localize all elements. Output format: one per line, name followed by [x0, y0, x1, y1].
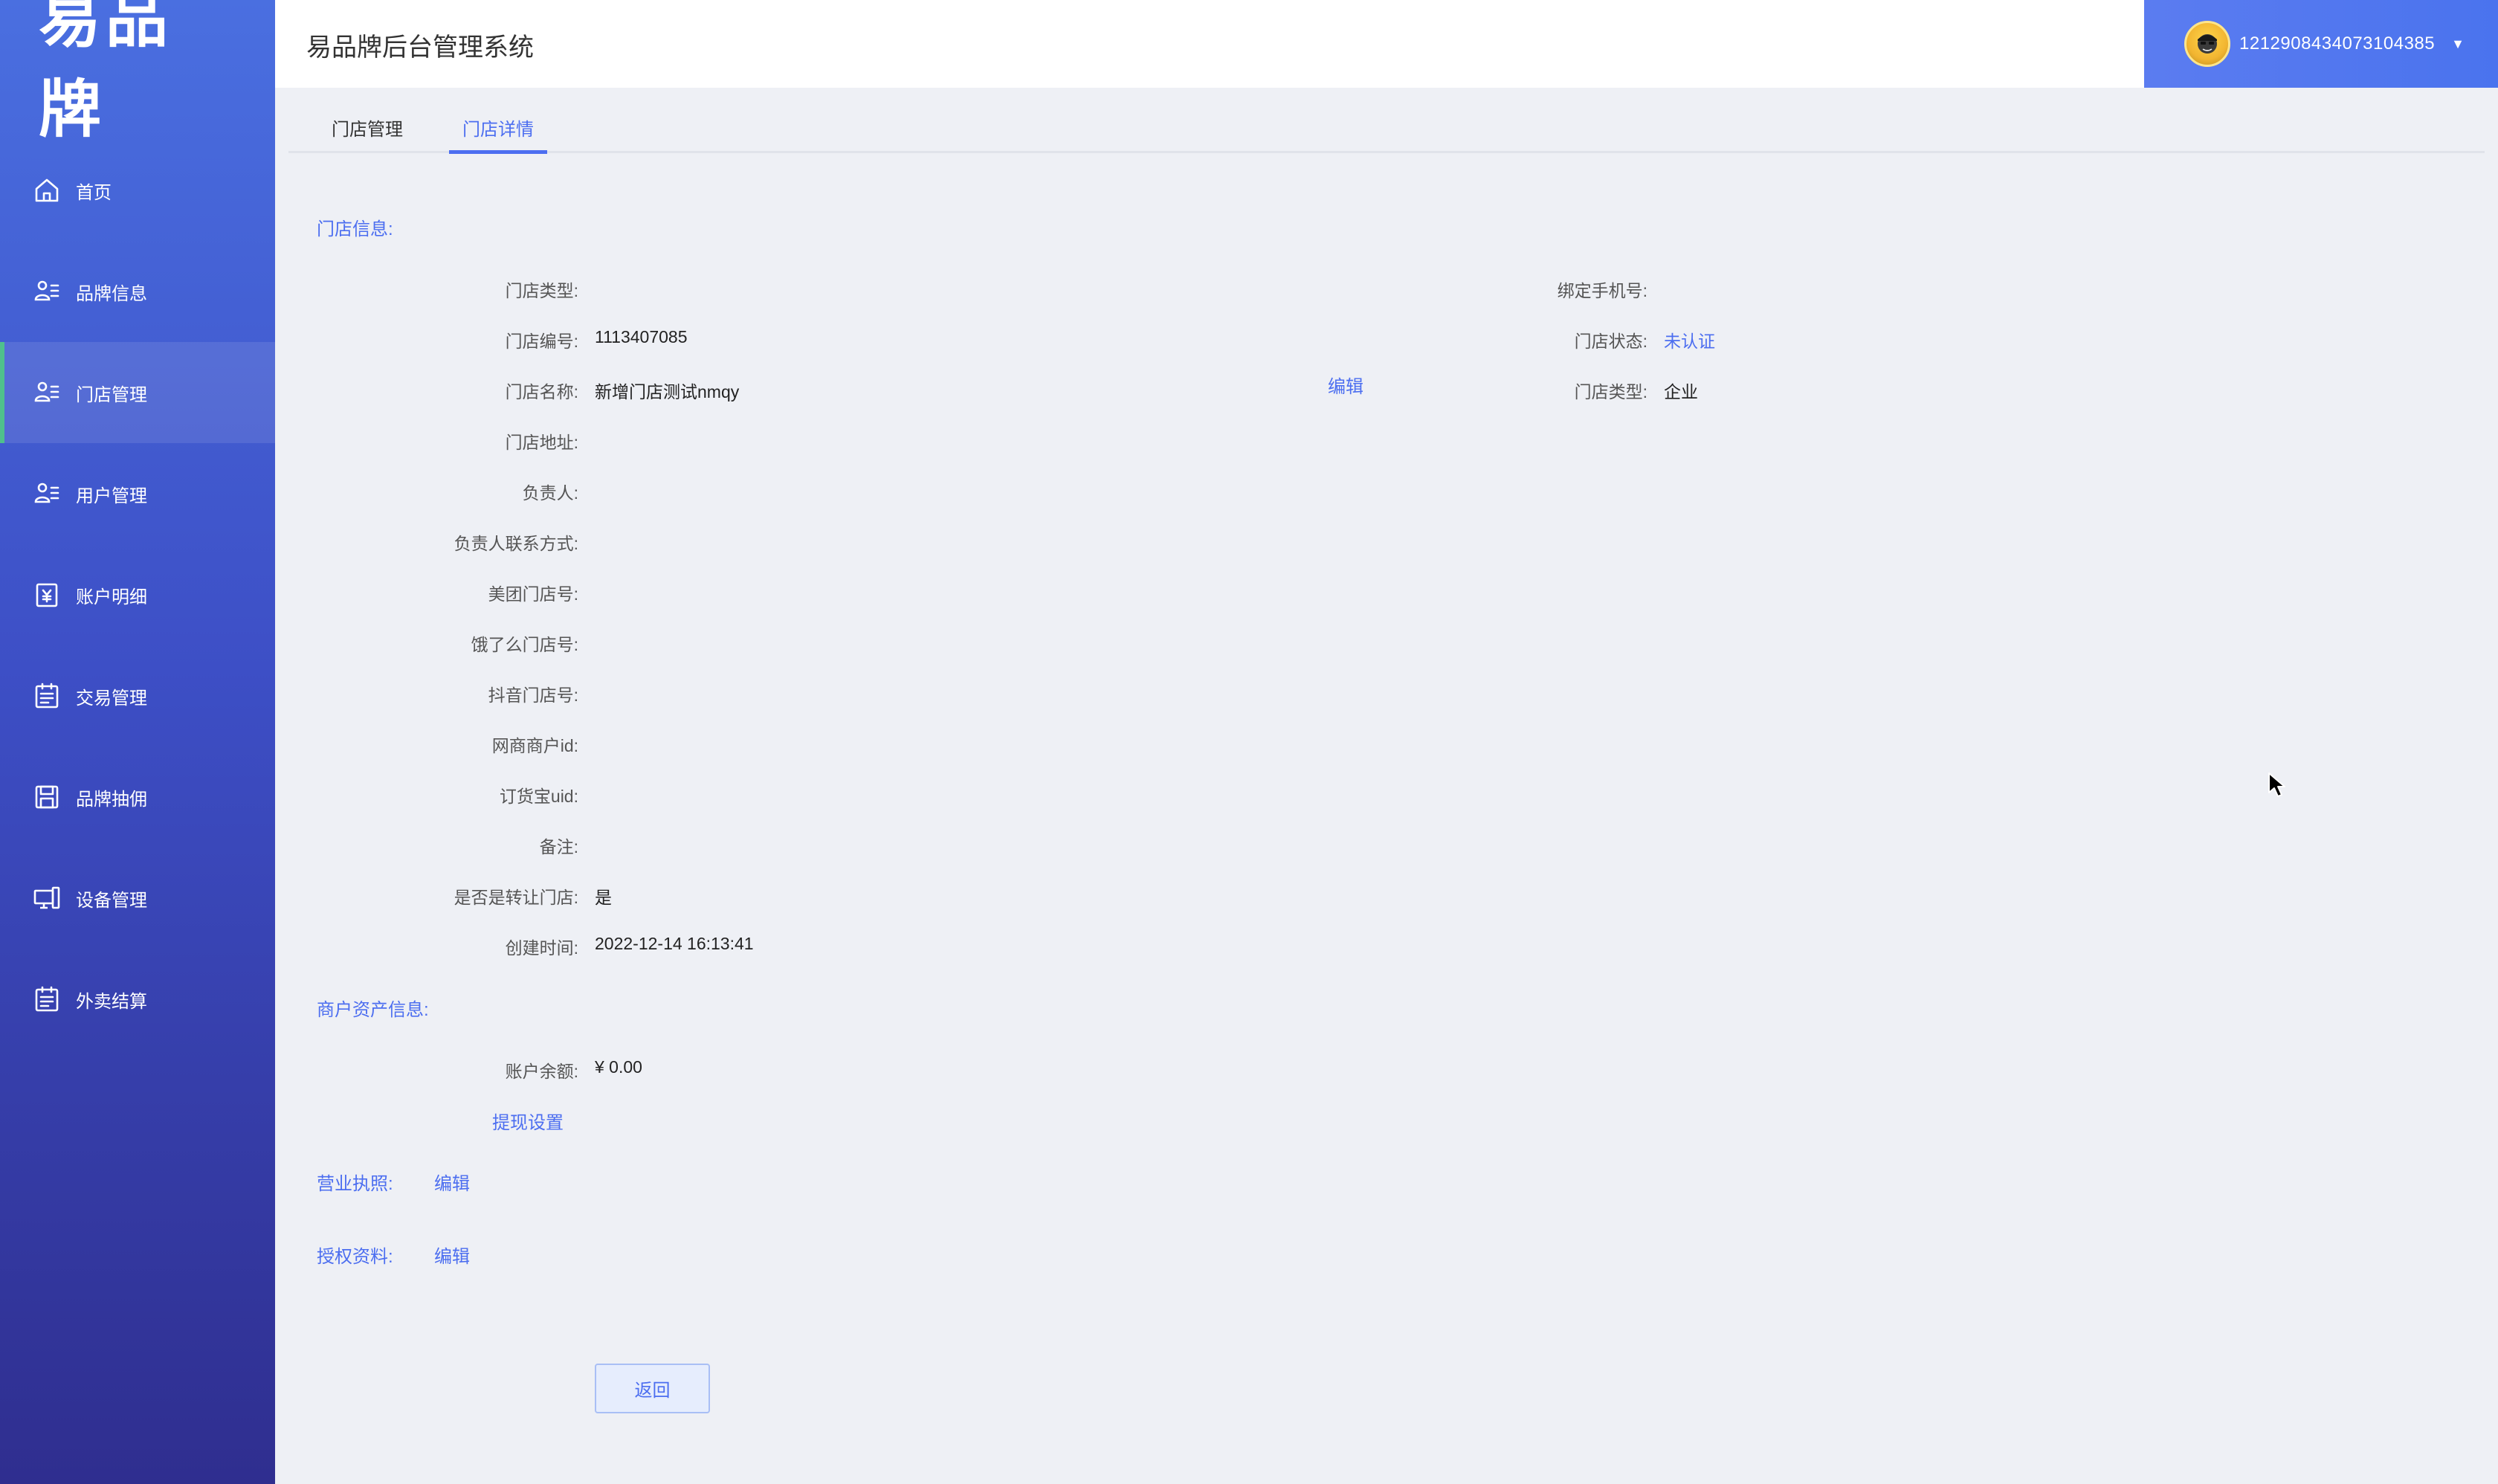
store-edit-link[interactable]: 编辑	[1328, 372, 1363, 398]
field-label-store-type: 门店类型:	[505, 281, 578, 300]
home-icon	[33, 176, 61, 204]
field-label-merchant-id: 网商商户id:	[491, 736, 578, 755]
sidebar-item-delivery-settlement[interactable]: 外卖结算	[0, 949, 275, 1050]
sidebar-item-user-management[interactable]: 用户管理	[0, 443, 275, 544]
sidebar-item-transaction-management[interactable]: 交易管理	[0, 645, 275, 746]
field-label-store-status: 门店状态:	[1574, 332, 1647, 351]
device-icon	[33, 884, 61, 912]
field-label-transfer-store: 是否是转让门店:	[454, 888, 578, 907]
asset-info-title: 商户资产信息:	[317, 1000, 429, 1020]
field-value-store-name: 新增门店测试nmqy	[595, 382, 740, 401]
field-value-store-status[interactable]: 未认证	[1664, 327, 1715, 352]
field-value-store-type-right: 企业	[1664, 382, 1698, 401]
auth-edit-link[interactable]: 编辑	[434, 1242, 470, 1268]
logo[interactable]: 易品牌	[39, 0, 233, 146]
field-label-store-address: 门店地址:	[505, 433, 578, 452]
username: 1212908434073104385	[2239, 33, 2436, 54]
license-title: 营业执照:	[317, 1174, 393, 1194]
sidebar-item-label: 用户管理	[76, 485, 147, 506]
page-title: 易品牌后台管理系统	[306, 33, 534, 62]
user-list-icon	[33, 480, 61, 508]
sidebar-item-account-details[interactable]: 账户明细	[0, 544, 275, 645]
field-label-dinghuobao-uid: 订货宝uid:	[499, 787, 578, 806]
chevron-down-icon[interactable]: ▼	[2451, 36, 2465, 52]
sidebar-item-brand-info[interactable]: 品牌信息	[0, 241, 275, 342]
balance-value: ¥ 0.00	[595, 1057, 642, 1077]
avatar[interactable]	[2184, 21, 2230, 67]
field-label-meituan-store: 美团门店号:	[488, 584, 578, 604]
field-label-eleme-store: 饿了么门店号:	[471, 635, 578, 654]
mouse-cursor-icon	[2268, 772, 2285, 797]
sidebar-item-label: 门店管理	[76, 384, 147, 405]
sidebar-item-label: 首页	[76, 182, 112, 203]
auth-title: 授权资料:	[317, 1247, 393, 1267]
tab-store-management[interactable]: 门店管理	[318, 114, 416, 153]
tab-store-details[interactable]: 门店详情	[449, 114, 547, 154]
field-label-remarks: 备注:	[539, 837, 578, 856]
field-label-store-name: 门店名称:	[505, 382, 578, 401]
field-label-manager: 负责人:	[522, 483, 578, 503]
field-value-store-number: 1113407085	[595, 327, 688, 346]
field-label-created-time: 创建时间:	[505, 938, 578, 958]
field-label-douyin-store: 抖音门店号:	[488, 685, 578, 705]
field-value-transfer-store: 是	[595, 888, 612, 907]
field-label-manager-contact: 负责人联系方式:	[454, 534, 578, 553]
tab-bar: 门店管理 门店详情	[288, 106, 2485, 154]
store-info-title: 门店信息:	[317, 219, 393, 239]
sidebar-item-label: 设备管理	[76, 890, 147, 911]
field-label-bound-phone: 绑定手机号:	[1557, 281, 1647, 300]
save-icon	[33, 783, 61, 811]
sidebar-item-store-management[interactable]: 门店管理	[0, 342, 275, 443]
sidebar-item-home[interactable]: 首页	[0, 140, 275, 241]
field-label-store-type-right: 门店类型:	[1574, 382, 1647, 401]
sidebar-item-label: 外卖结算	[76, 991, 147, 1012]
logo-text: 易品牌	[39, 0, 173, 146]
sidebar-item-label: 品牌信息	[76, 283, 147, 304]
sidebar-item-brand-commission[interactable]: 品牌抽佣	[0, 746, 275, 848]
avatar-face-icon	[2198, 34, 2217, 54]
wallet-yen-icon	[33, 581, 61, 609]
back-button[interactable]: 返回	[595, 1364, 710, 1413]
clipboard-icon	[33, 682, 61, 710]
sidebar: 易品牌 首页 品牌信息 门店管理 用户管理 账户明细 交易管理 品牌抽佣 设备管…	[0, 0, 275, 1484]
withdraw-settings-link[interactable]: 提现设置	[492, 1108, 564, 1134]
top-header: 易品牌后台管理系统 1212908434073104385 ▼	[275, 0, 2498, 88]
field-label-store-number: 门店编号:	[505, 332, 578, 351]
sidebar-item-label: 账户明细	[76, 587, 147, 607]
user-menu[interactable]: 1212908434073104385 ▼	[2144, 0, 2498, 88]
sidebar-item-label: 品牌抽佣	[76, 789, 147, 810]
balance-label: 账户余额:	[505, 1062, 578, 1081]
field-value-created-time: 2022-12-14 16:13:41	[595, 934, 754, 953]
sidebar-item-device-management[interactable]: 设备管理	[0, 848, 275, 949]
license-edit-link[interactable]: 编辑	[434, 1169, 470, 1195]
sidebar-nav: 首页 品牌信息 门店管理 用户管理 账户明细 交易管理 品牌抽佣 设备管理 外卖…	[0, 140, 275, 1050]
user-list-icon	[33, 277, 61, 306]
user-list-icon	[33, 378, 61, 407]
sidebar-item-label: 交易管理	[76, 688, 147, 709]
clipboard-icon	[33, 985, 61, 1013]
